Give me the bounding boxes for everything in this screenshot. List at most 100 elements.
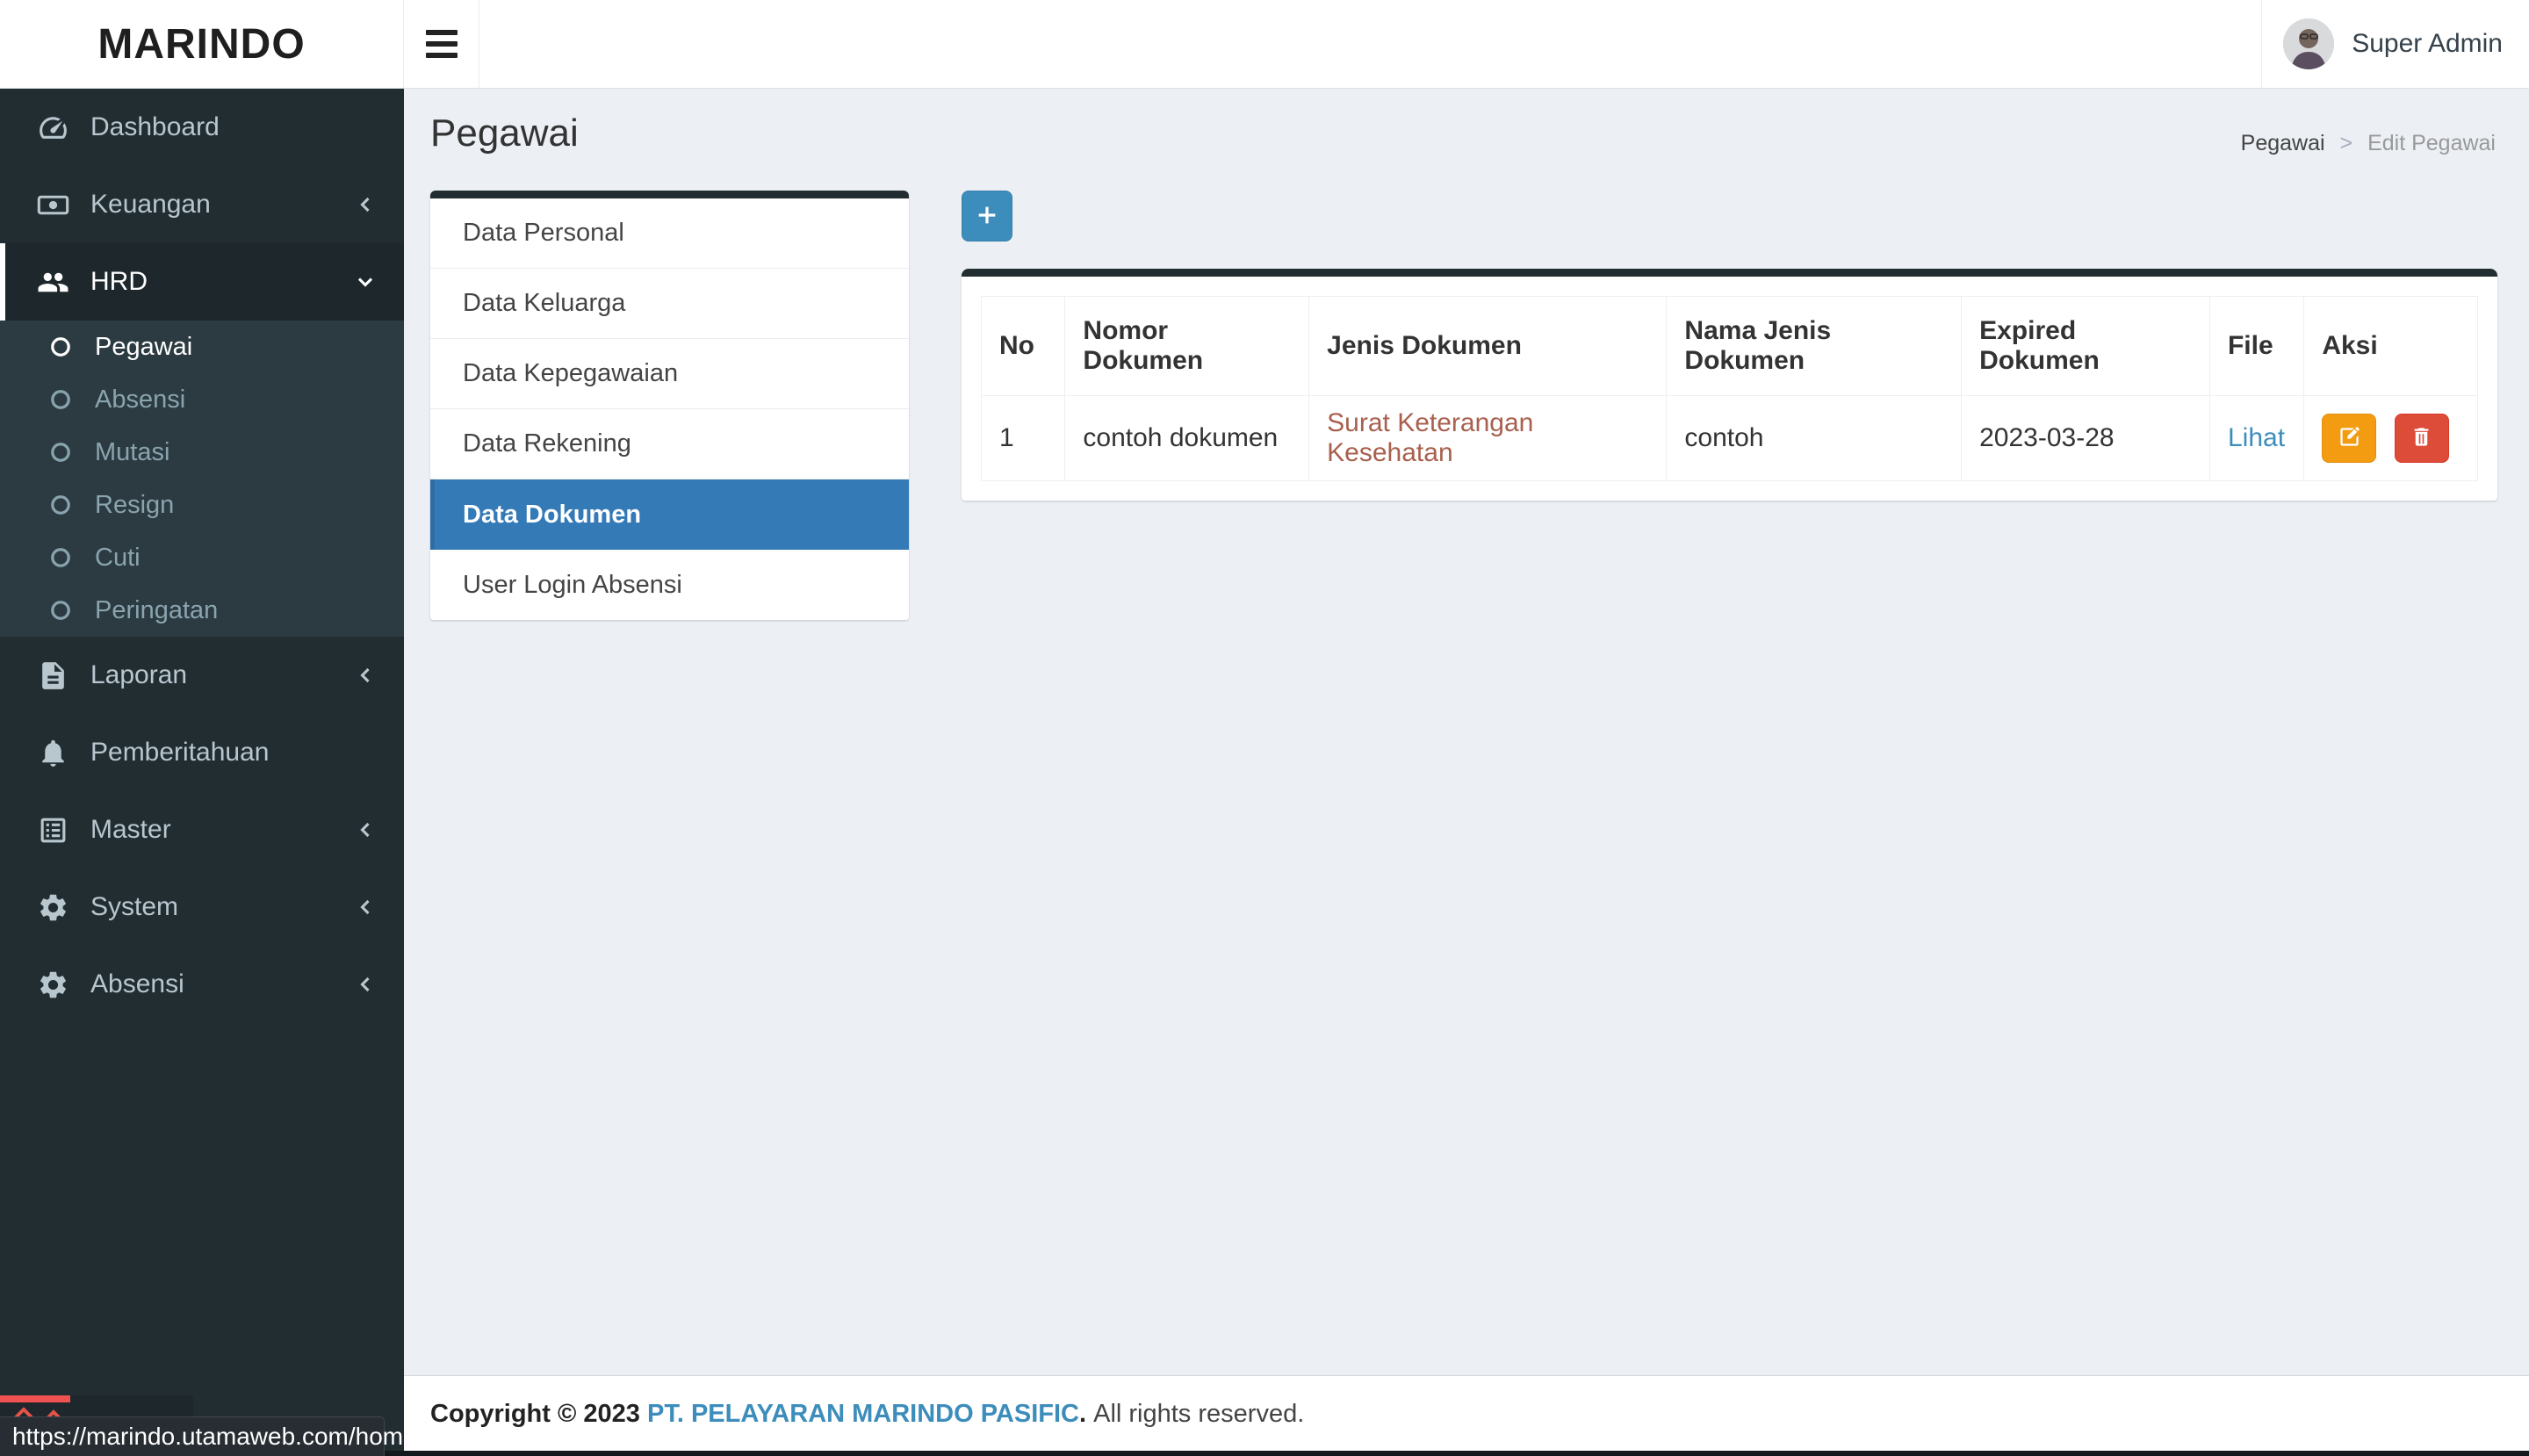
screen: MARINDO Super Admin [0,0,2529,1456]
dokumen-table: No Nomor Dokumen Jenis Dokumen Nama Jeni… [981,296,2478,481]
tab-user-login-absensi[interactable]: User Login Absensi [430,550,909,620]
circle-icon [49,335,72,358]
chevron-left-icon [353,663,378,688]
table-header-row: No Nomor Dokumen Jenis Dokumen Nama Jeni… [982,297,2478,396]
jenis-dokumen-link[interactable]: Surat Keterangan Kesehatan [1327,408,1533,467]
sidebar-item-resign[interactable]: Resign [0,479,404,531]
sidebar-item-dashboard[interactable]: Dashboard [0,89,404,166]
sidebar-item-label: Absensi [90,969,184,999]
sidebar-item-pemberitahuan[interactable]: Pemberitahuan [0,714,404,791]
submenu-item-label: Cuti [95,544,140,573]
sidebar-item-label: Master [90,815,171,845]
table-row: 1 contoh dokumen Surat Keterangan Keseha… [982,396,2478,481]
circle-icon [49,599,72,622]
chevron-down-icon [353,270,378,294]
chevron-left-icon [353,818,378,842]
sidebar-item-label: Dashboard [90,112,220,142]
cell-aksi [2304,396,2478,481]
breadcrumb-separator: > [2340,131,2353,155]
footer-copyright: Copyright © 2023 [430,1400,647,1428]
sidebar-toggle-button[interactable] [404,0,479,88]
brand-logo[interactable]: MARINDO [0,0,404,88]
red-bar [0,1395,70,1402]
sidebar-item-absensi[interactable]: Absensi [0,946,404,1023]
sidebar-item-laporan[interactable]: Laporan [0,637,404,714]
circle-icon [49,441,72,464]
tab-data-personal[interactable]: Data Personal [430,198,909,269]
sidebar-item-system[interactable]: System [0,869,404,946]
file-lihat-link[interactable]: Lihat [2228,423,2285,452]
sidebar-item-label: Pemberitahuan [90,738,269,768]
user-menu[interactable]: Super Admin [2261,0,2529,88]
cell-nama-jenis-dokumen: contoh [1667,396,1962,481]
col-header-aksi: Aksi [2304,297,2478,396]
submenu-item-label: Pegawai [95,333,192,362]
tab-data-dokumen[interactable]: Data Dokumen [430,479,909,550]
list-icon [37,814,69,847]
submenu-item-label: Mutasi [95,438,169,467]
circle-icon [49,388,72,411]
breadcrumb-pegawai[interactable]: Pegawai [2241,131,2325,155]
col-header-jenis-dokumen: Jenis Dokumen [1309,297,1667,396]
submenu-item-label: Peringatan [95,596,218,625]
submenu-item-label: Resign [95,491,174,520]
status-url: https://marindo.utamaweb.com/home [12,1423,417,1451]
delete-button[interactable] [2395,414,2449,463]
add-dokumen-button[interactable] [962,191,1012,241]
col-header-file: File [2209,297,2303,396]
circle-icon [49,494,72,516]
sidebar: Dashboard Keuangan HRD [0,89,404,1456]
money-icon [37,189,69,221]
plus-icon [975,203,999,230]
gear-icon [37,891,69,924]
cell-expired-dokumen: 2023-03-28 [1962,396,2210,481]
main-content: Pegawai Pegawai > Edit Pegawai Data Pers… [404,89,2529,1375]
chevron-left-icon [353,192,378,217]
col-header-nama-jenis-dokumen: Nama Jenis Dokumen [1667,297,1962,396]
sidebar-item-label: Laporan [90,660,187,690]
status-url-tooltip: https://marindo.utamaweb.com/home [0,1416,385,1456]
submenu-item-label: Absensi [95,386,185,414]
sidebar-item-absensi-sub[interactable]: Absensi [0,373,404,426]
cell-no: 1 [982,396,1065,481]
gear-icon [37,969,69,1001]
card-top-border [962,269,2497,277]
footer-rights: All rights reserved. [1093,1400,1304,1428]
trash-icon [2410,425,2433,451]
cell-nomor-dokumen: contoh dokumen [1065,396,1309,481]
tab-data-kepegawaian[interactable]: Data Kepegawaian [430,339,909,409]
circle-icon [49,546,72,569]
dokumen-table-card: No Nomor Dokumen Jenis Dokumen Nama Jeni… [962,269,2497,501]
sidebar-item-hrd[interactable]: HRD [0,243,404,321]
edit-button[interactable] [2322,414,2376,463]
sidebar-item-cuti[interactable]: Cuti [0,531,404,584]
chevron-left-icon [353,895,378,919]
chevron-left-icon [353,972,378,997]
footer-company-link[interactable]: PT. PELAYARAN MARINDO PASIFIC [647,1400,1079,1428]
footer-dot: . [1079,1400,1086,1428]
pegawai-tabs-card: Data Personal Data Keluarga Data Kepegaw… [430,191,909,620]
avatar [2283,18,2334,69]
footer: Copyright © 2023 PT. PELAYARAN MARINDO P… [404,1375,2529,1452]
sidebar-item-peringatan[interactable]: Peringatan [0,584,404,637]
gauge-icon [37,112,69,144]
tab-data-rekening[interactable]: Data Rekening [430,409,909,479]
menu-icon [426,30,458,58]
tab-data-keluarga[interactable]: Data Keluarga [430,269,909,339]
users-icon [37,266,69,299]
sidebar-item-master[interactable]: Master [0,791,404,869]
sidebar-item-pegawai[interactable]: Pegawai [0,321,404,373]
sidebar-item-mutasi[interactable]: Mutasi [0,426,404,479]
sidebar-item-label: HRD [90,267,148,297]
bell-icon [37,737,69,769]
card-top-border [430,191,909,198]
col-header-expired-dokumen: Expired Dokumen [1962,297,2210,396]
page-title: Pegawai [430,112,579,155]
breadcrumb: Pegawai > Edit Pegawai [2241,131,2496,156]
document-icon [37,660,69,692]
edit-icon [2338,425,2361,451]
sidebar-item-keuangan[interactable]: Keuangan [0,166,404,243]
content-header: Pegawai Pegawai > Edit Pegawai [404,89,2529,191]
sidebar-item-label: Keuangan [90,190,211,220]
navbar-spacer [479,0,2261,88]
